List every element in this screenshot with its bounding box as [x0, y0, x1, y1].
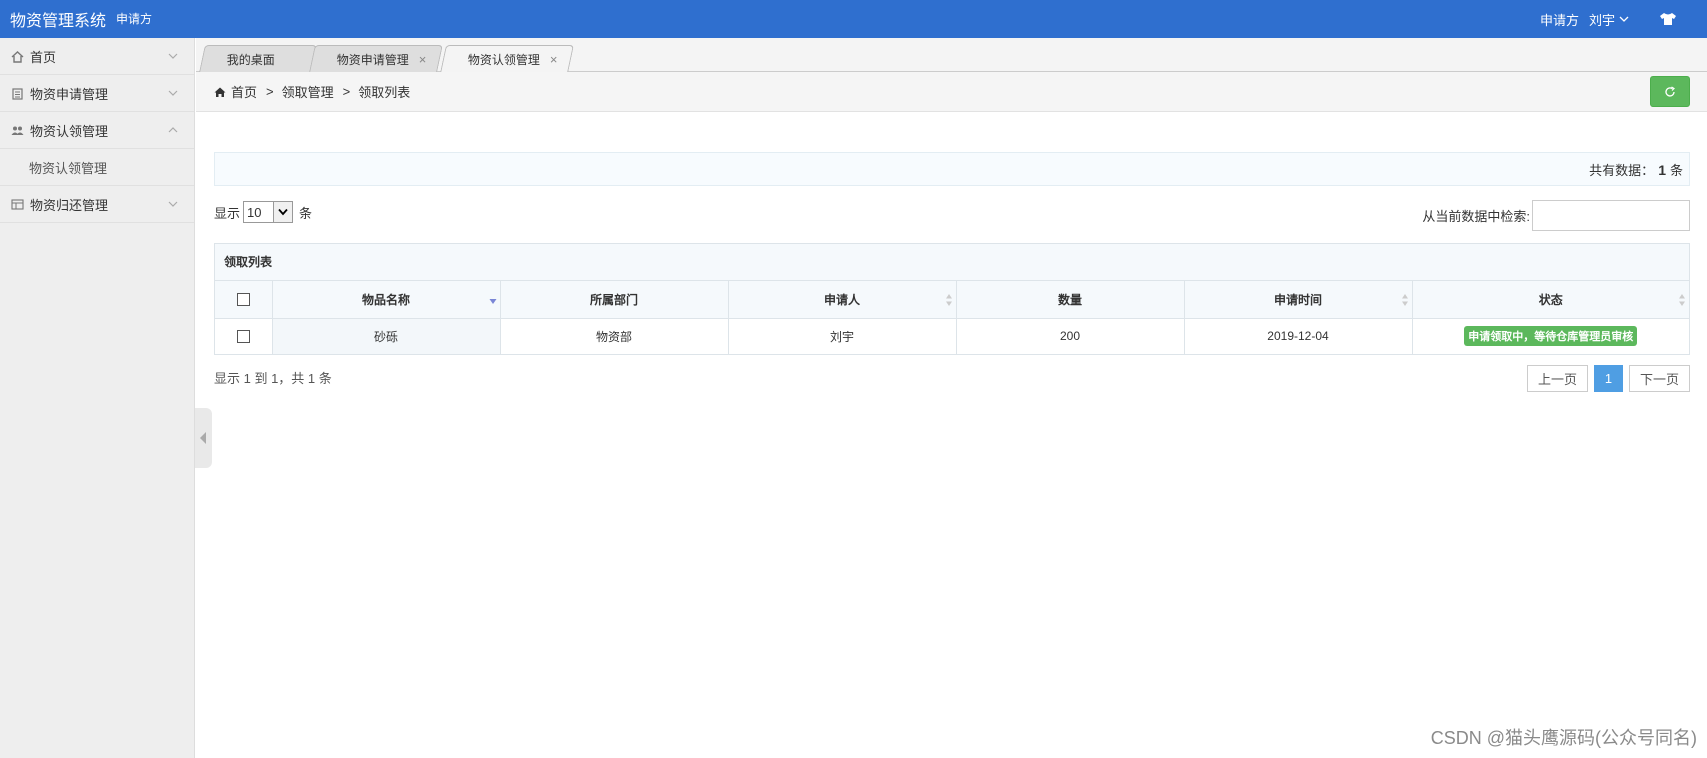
- column-label: 申请时间: [1273, 292, 1322, 307]
- clipboard-icon: [12, 87, 23, 100]
- select-all-header: [215, 281, 273, 319]
- sidebar-item-label: 物资认领管理: [30, 123, 109, 139]
- top-header: 物资管理系统 申请方 申请方 刘宇: [0, 0, 1707, 38]
- summary-prefix: 共有数据：: [1589, 163, 1655, 178]
- cell-date: 2019-12-04: [1184, 318, 1413, 354]
- page-1-button[interactable]: 1: [1593, 365, 1623, 392]
- chevron-down-icon: [168, 201, 178, 207]
- caret-left-icon: [200, 432, 206, 444]
- refresh-button[interactable]: [1650, 76, 1690, 107]
- column-header-status[interactable]: 状态: [1412, 281, 1689, 319]
- cell-quantity: 200: [956, 318, 1185, 354]
- sidebar-item-label: 物资申请管理: [30, 86, 109, 102]
- chevron-down-icon: [278, 208, 288, 216]
- header-right: 申请方 刘宇: [1540, 0, 1707, 38]
- column-label: 数量: [1057, 292, 1082, 307]
- sidebar-subitem-claim[interactable]: 物资认领管理: [0, 149, 194, 186]
- tab-desktop[interactable]: 我的桌面: [199, 45, 317, 72]
- breadcrumb-separator: >: [342, 84, 351, 99]
- header-role-label: 申请方: [1539, 12, 1579, 28]
- table-search: 从当前数据中检索:: [1422, 200, 1690, 231]
- app-title: 物资管理系统: [10, 13, 107, 30]
- sort-both-icon: [1401, 294, 1408, 306]
- page-length-control: 显示 10 条: [214, 201, 312, 223]
- sidebar-item-claim[interactable]: 物资认领管理: [0, 112, 194, 149]
- select-arrow: [273, 202, 293, 222]
- chevron-up-icon: [168, 127, 178, 133]
- sort-both-icon: [945, 294, 952, 306]
- sidebar-item-label: 首页: [30, 49, 57, 65]
- chevron-down-icon: [168, 90, 178, 96]
- length-prefix: 显示: [214, 205, 241, 221]
- chevron-down-icon[interactable]: [1619, 14, 1629, 24]
- cell-applicant: 刘宇: [728, 318, 957, 354]
- search-label: 从当前数据中检索:: [1422, 209, 1530, 224]
- pagination: 上一页 1 下一页: [1526, 365, 1690, 392]
- breadcrumb-home[interactable]: 首页: [231, 82, 257, 101]
- summary-suffix: 条: [1669, 163, 1683, 178]
- tab-label: 物资申请管理: [336, 52, 409, 67]
- home-icon: [214, 87, 226, 97]
- data-summary: 共有数据： 1 条: [214, 152, 1690, 186]
- row-select-cell: [215, 318, 273, 354]
- column-label: 所属部门: [589, 292, 638, 307]
- sidebar-item-home[interactable]: 首页: [0, 38, 194, 75]
- cell-status: 申请领取中，等待仓库管理员审核: [1412, 318, 1689, 354]
- cell-dept: 物资部: [500, 318, 729, 354]
- breadcrumb: 首页 > 领取管理 > 领取列表: [196, 72, 1707, 112]
- tab-label: 物资认领管理: [467, 53, 540, 67]
- watermark: CSDN @猫头鹰源码(公众号同名): [1430, 728, 1697, 748]
- next-page-button[interactable]: 下一页: [1628, 365, 1690, 392]
- column-header-name[interactable]: 物品名称: [272, 281, 501, 319]
- column-header-dept: 所属部门: [500, 281, 729, 319]
- user-menu[interactable]: 刘宇: [1589, 10, 1615, 29]
- table-icon: [11, 198, 24, 210]
- sidebar-item-apply[interactable]: 物资申请管理: [0, 75, 194, 112]
- table-info: 显示 1 到 1，共 1 条: [214, 371, 332, 386]
- table-row: 砂砾 物资部 刘宇 200 2019-12-04 申请领取中，等待仓库管理员审核: [215, 318, 1689, 354]
- breadcrumb-separator: >: [266, 84, 274, 99]
- column-header-applicant[interactable]: 申请人: [728, 281, 957, 319]
- breadcrumb-level1[interactable]: 领取管理: [282, 82, 334, 101]
- sidebar: 首页 物资申请管理 物资认领管理 物资认领管理 物资归还管理: [0, 38, 195, 758]
- page-length-value: 10: [247, 204, 262, 220]
- app-role: 申请方: [116, 12, 153, 26]
- refresh-icon: [1665, 85, 1675, 97]
- sidebar-item-return[interactable]: 物资归还管理: [0, 186, 194, 223]
- tab-apply[interactable]: 物资申请管理 ×: [309, 45, 443, 72]
- row-checkbox[interactable]: [236, 330, 250, 344]
- select-all-checkbox[interactable]: [236, 293, 250, 307]
- users-icon: [11, 126, 24, 135]
- sidebar-collapse-toggle[interactable]: [195, 408, 212, 468]
- column-header-quantity: 数量: [956, 281, 1185, 319]
- search-input[interactable]: [1532, 200, 1690, 231]
- breadcrumb-level2: 领取列表: [358, 85, 411, 100]
- table-caption: 领取列表: [215, 244, 1689, 281]
- data-table: 领取列表 物品名称 所属部门 申请人 数量 申请时间 状态 砂砾 物资部 刘宇 …: [214, 243, 1690, 355]
- status-badge: 申请领取中，等待仓库管理员审核: [1464, 326, 1638, 347]
- cell-name: 砂砾: [272, 318, 501, 354]
- tab-label: 我的桌面: [226, 52, 275, 67]
- close-icon[interactable]: ×: [419, 52, 427, 67]
- tab-claim[interactable]: 物资认领管理 ×: [440, 45, 574, 73]
- sidebar-item-label: 物资归还管理: [30, 197, 109, 213]
- home-icon: [11, 50, 24, 63]
- chevron-down-icon: [168, 53, 178, 59]
- column-label: 申请人: [823, 292, 860, 307]
- page-length-select[interactable]: 10: [243, 201, 294, 223]
- sort-both-icon: [1679, 294, 1685, 306]
- tab-bar: 我的桌面 物资申请管理 × 物资认领管理 ×: [196, 38, 1707, 73]
- column-label: 状态: [1538, 292, 1563, 307]
- column-label: 物品名称: [361, 292, 410, 307]
- sort-desc-icon: [489, 299, 496, 304]
- column-header-date[interactable]: 申请时间: [1184, 281, 1413, 319]
- summary-count: 1: [1658, 162, 1666, 178]
- table-header-row: 物品名称 所属部门 申请人 数量 申请时间 状态: [215, 281, 1689, 319]
- prev-page-button[interactable]: 上一页: [1526, 365, 1588, 392]
- close-icon[interactable]: ×: [550, 52, 558, 67]
- skin-theme-icon[interactable]: [1659, 12, 1677, 26]
- length-suffix: 条: [299, 205, 313, 221]
